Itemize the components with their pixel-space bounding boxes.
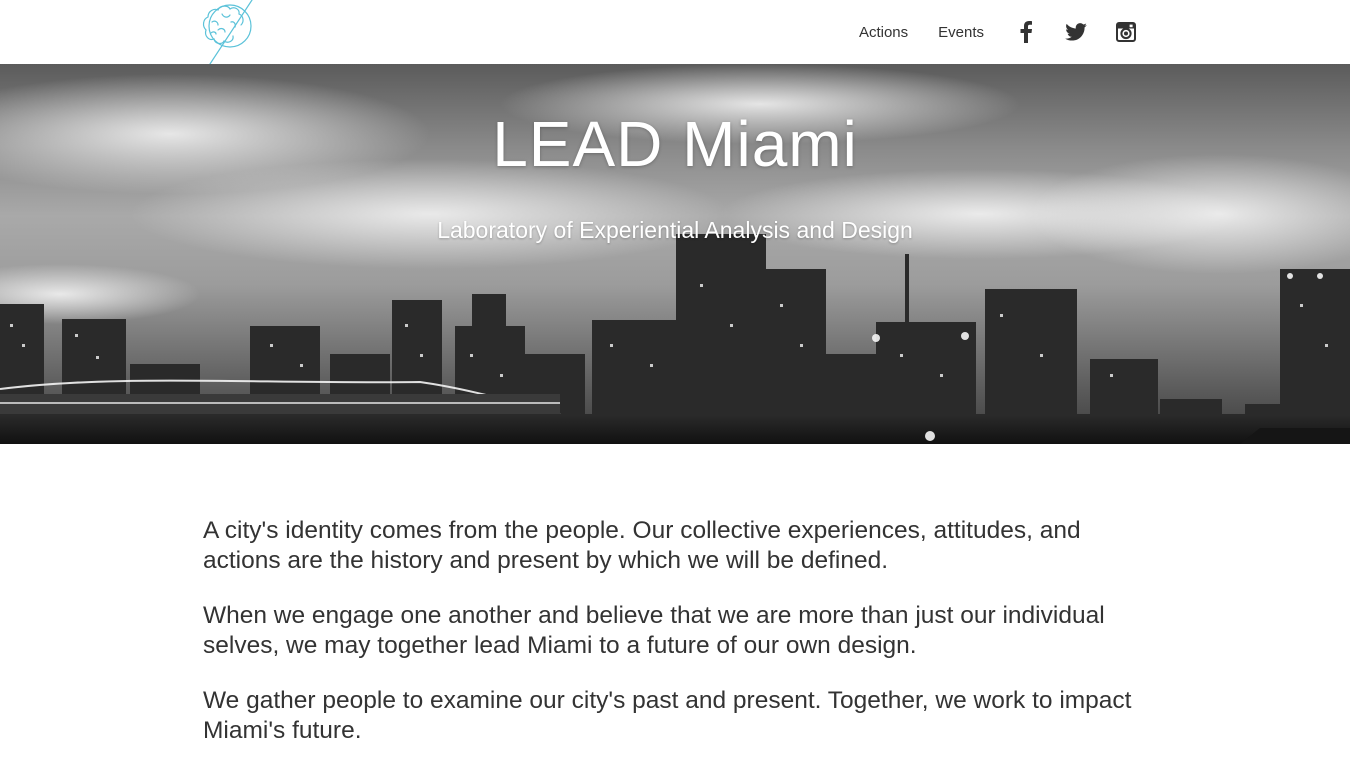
twitter-icon[interactable] bbox=[1064, 20, 1088, 44]
main-nav: Actions Events bbox=[829, 0, 1138, 64]
facebook-icon[interactable] bbox=[1014, 20, 1038, 44]
instagram-icon[interactable] bbox=[1114, 20, 1138, 44]
page-title: LEAD Miami bbox=[492, 108, 858, 180]
nav-link-events[interactable]: Events bbox=[938, 24, 984, 41]
hero-banner: LEAD Miami Laboratory of Experiential An… bbox=[0, 64, 1350, 444]
top-navigation-bar: Actions Events bbox=[0, 0, 1350, 65]
intro-paragraph: When we engage one another and believe t… bbox=[203, 602, 1105, 659]
brain-logo-icon[interactable] bbox=[200, 0, 256, 65]
intro-paragraph: A city's identity comes from the people.… bbox=[203, 517, 1081, 574]
nav-link-actions[interactable]: Actions bbox=[859, 24, 908, 41]
intro-paragraph: We gather people to examine our city's p… bbox=[203, 687, 1132, 744]
page-subtitle: Laboratory of Experiential Analysis and … bbox=[437, 217, 913, 243]
intro-content: A city's identity comes from the people.… bbox=[203, 516, 1163, 771]
